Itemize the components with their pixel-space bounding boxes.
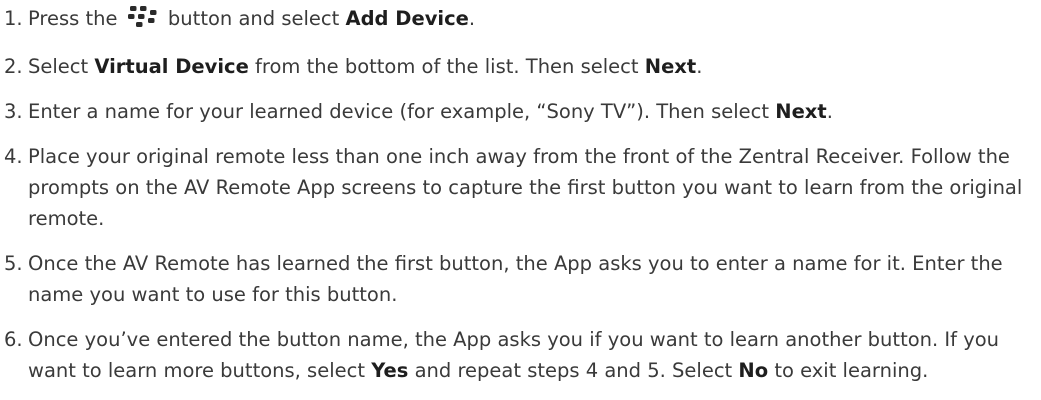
text-run: from the bottom of the list. Then select [248,55,645,78]
step-text: Place your original remote less than one… [28,141,1038,234]
ui-term-add-device: Add Device [345,7,469,30]
step-number: 3. [4,100,23,123]
instruction-list: 1. Press the button and select Add Devic… [4,3,1038,400]
step-text: Press the button and select Add Device. [28,3,1038,37]
step-number: 6. [4,328,23,351]
ui-term-next: Next [775,100,827,123]
step-number: 1. [4,7,23,30]
text-run: . [468,7,476,30]
step-3: 3. Enter a name for your learned device … [4,96,1038,127]
step-6: 6. Once you’ve entered the button name, … [4,324,1038,386]
text-run: Place your original remote less than one… [28,145,1023,230]
text-run: . [696,55,703,78]
step-number: 4. [4,145,23,168]
blackberry-menu-icon [127,6,158,37]
ui-term-virtual-device: Virtual Device [94,55,249,78]
text-run: button and select [161,7,346,30]
step-2: 2. Select Virtual Device from the bottom… [4,51,1038,82]
step-text: Select Virtual Device from the bottom of… [28,51,1038,82]
ui-term-next: Next [644,55,697,78]
step-number: 2. [4,55,23,78]
text-run: . [826,100,833,123]
step-5: 5. Once the AV Remote has learned the fi… [4,248,1038,310]
step-number: 5. [4,252,23,275]
text-run: Enter a name for your learned device (fo… [28,100,776,123]
step-text: Once you’ve entered the button name, the… [28,324,1038,386]
step-1: 1. Press the button and select Add Devic… [4,3,1038,37]
text-run: Once the AV Remote has learned the first… [28,252,1003,306]
step-text: Once the AV Remote has learned the first… [28,248,1038,310]
step-4: 4. Place your original remote less than … [4,141,1038,234]
text-run: Select [28,55,95,78]
text-run: Press the [28,7,124,30]
step-text: Enter a name for your learned device (fo… [28,96,1038,127]
